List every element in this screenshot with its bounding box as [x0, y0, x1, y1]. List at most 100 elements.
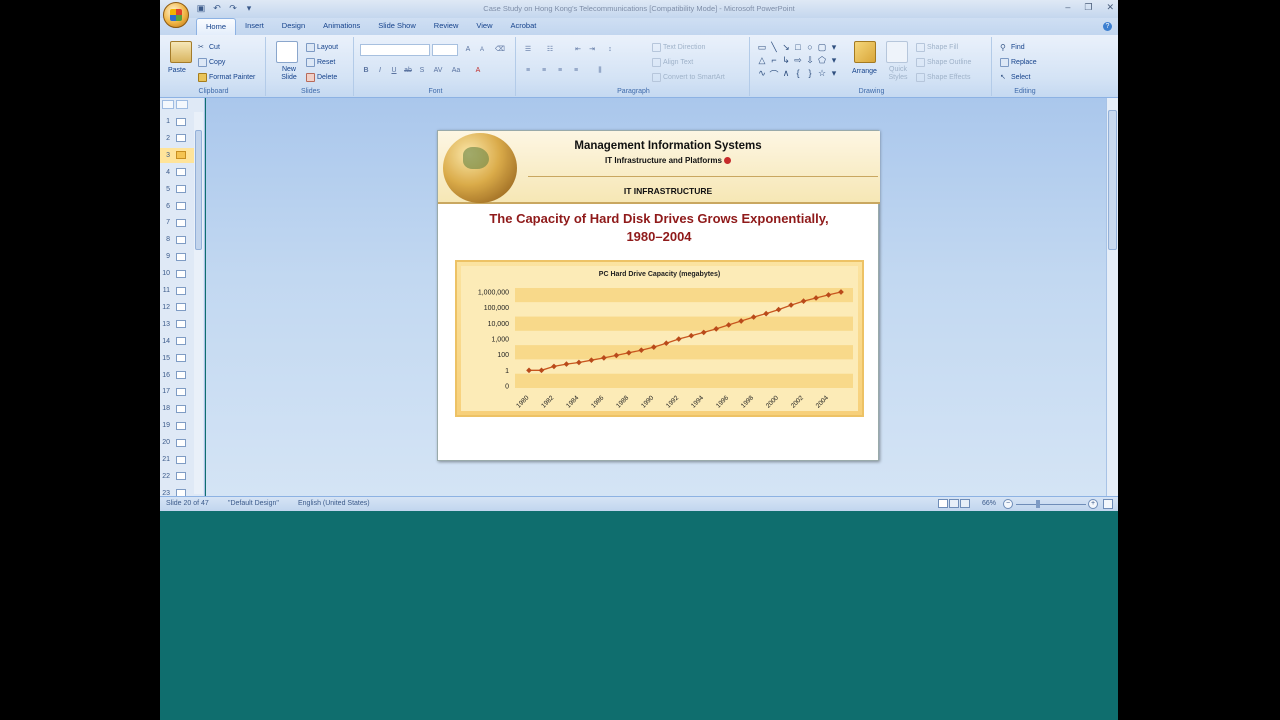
zoom-out-icon[interactable]: − [1003, 499, 1013, 509]
normal-view-icon[interactable] [938, 499, 948, 508]
increase-indent-icon[interactable]: ⇥ [586, 44, 598, 56]
right-arrow-shape-icon[interactable]: ⇨ [792, 55, 804, 68]
decrease-indent-icon[interactable]: ⇤ [572, 44, 584, 56]
slide-thumbnail[interactable]: 15 [160, 351, 194, 366]
layout-button[interactable]: Layout [306, 43, 338, 52]
format-painter-button[interactable]: Format Painter [198, 73, 255, 82]
right-brace-shape-icon[interactable]: } [804, 68, 816, 81]
rectangle-shape-icon[interactable]: □ [792, 42, 804, 55]
grow-font-icon[interactable]: A [462, 44, 474, 56]
font-color-icon[interactable]: A [472, 65, 484, 77]
tab-slide-show[interactable]: Slide Show [369, 18, 425, 35]
shape-outline-button[interactable]: Shape Outline [916, 58, 971, 67]
quick-styles-button[interactable]: Quick Styles [884, 66, 912, 82]
restore-icon[interactable]: ❐ [1084, 2, 1092, 13]
slide-thumbnail[interactable]: 3 [160, 147, 194, 163]
close-icon[interactable]: ✕ [1106, 2, 1114, 13]
expand-shapes-icon[interactable]: ▾ [828, 68, 840, 81]
save-icon[interactable]: ▣ [196, 3, 206, 13]
find-button[interactable]: ⚲ Find [1000, 43, 1025, 52]
align-center-icon[interactable]: ≡ [538, 65, 550, 77]
slide-thumbnail[interactable]: 13 [160, 317, 194, 332]
elbow-arrow-shape-icon[interactable]: ↳ [780, 55, 792, 68]
replace-button[interactable]: Replace [1000, 58, 1037, 67]
slide-thumbnail[interactable]: 1 [160, 114, 194, 129]
slide-thumbnail[interactable]: 14 [160, 334, 194, 349]
align-text-button[interactable]: Align Text [652, 58, 693, 67]
slide-thumbnail[interactable]: 20 [160, 435, 194, 450]
customize-qat-icon[interactable]: ▾ [244, 3, 254, 13]
strikethrough-icon[interactable]: ab [402, 65, 414, 77]
pentagon-shape-icon[interactable]: ⬠ [816, 55, 828, 68]
slide-thumbnail[interactable]: 5 [160, 182, 194, 197]
arrow-line-shape-icon[interactable]: ↘ [780, 42, 792, 55]
delete-button[interactable]: Delete [306, 73, 337, 82]
vertical-scrollbar[interactable] [1106, 98, 1118, 496]
line-shape-icon[interactable]: ╲ [768, 42, 780, 55]
paste-button[interactable]: Paste [168, 67, 186, 74]
align-left-icon[interactable]: ≡ [522, 65, 534, 77]
underline-icon[interactable]: U [388, 65, 400, 77]
slide-thumbnail[interactable]: 9 [160, 249, 194, 264]
outline-tab-icon[interactable] [176, 100, 188, 109]
textbox-shape-icon[interactable]: ▭ [756, 42, 768, 55]
align-right-icon[interactable]: ≡ [554, 65, 566, 77]
slide-thumbnail[interactable]: 16 [160, 368, 194, 383]
slide-sorter-icon[interactable] [949, 499, 959, 508]
tab-home[interactable]: Home [196, 18, 237, 35]
language-indicator[interactable]: English (United States) [298, 500, 370, 507]
chart-frame[interactable]: PC Hard Drive Capacity (megabytes) 1,000… [455, 260, 864, 417]
slides-tab-icon[interactable] [162, 100, 174, 109]
slide-thumbnail[interactable]: 22 [160, 469, 194, 484]
zoom-in-icon[interactable]: + [1088, 499, 1098, 509]
font-size-input[interactable] [432, 44, 458, 56]
shrink-font-icon[interactable]: A [476, 44, 488, 56]
italic-icon[interactable]: I [374, 65, 386, 77]
slide-title[interactable]: The Capacity of Hard Disk Drives Grows E… [448, 210, 870, 246]
slideshow-view-icon[interactable] [960, 499, 970, 508]
tab-review[interactable]: Review [425, 18, 468, 35]
line-spacing-icon[interactable]: ↕ [604, 44, 616, 56]
char-spacing-icon[interactable]: AV [432, 65, 444, 77]
slide-thumbnail[interactable]: 12 [160, 300, 194, 315]
triangle-shape-icon[interactable]: △ [756, 55, 768, 68]
cut-button[interactable]: ✂ Cut [198, 43, 220, 52]
slide-thumbnail[interactable]: 10 [160, 266, 194, 281]
fit-to-window-icon[interactable] [1103, 499, 1113, 509]
left-brace-shape-icon[interactable]: { [792, 68, 804, 81]
select-button[interactable]: ↖ Select [1000, 73, 1030, 82]
help-icon[interactable]: ? [1103, 22, 1112, 31]
slide-thumbnail[interactable]: 21 [160, 452, 194, 467]
freeform-shape-icon[interactable]: ∧ [780, 68, 792, 81]
justify-icon[interactable]: ≡ [570, 65, 582, 77]
clear-format-icon[interactable]: ⌫ [494, 44, 506, 56]
slide-thumbnail[interactable]: 7 [160, 215, 194, 230]
new-slide-button[interactable]: New Slide [276, 66, 302, 82]
office-button[interactable] [163, 2, 189, 28]
tab-insert[interactable]: Insert [236, 18, 273, 35]
change-case-icon[interactable]: Aa [450, 65, 462, 77]
rounded-rect-shape-icon[interactable]: ▢ [816, 42, 828, 55]
slide-thumbnail[interactable]: 23 [160, 486, 194, 496]
down-arrow-shape-icon[interactable]: ⇩ [804, 55, 816, 68]
theme-name[interactable]: "Default Design" [228, 500, 279, 507]
shadow-icon[interactable]: S [416, 65, 428, 77]
tab-design[interactable]: Design [273, 18, 314, 35]
slide-thumbnail[interactable]: 11 [160, 283, 194, 298]
zoom-slider-track[interactable] [1016, 504, 1086, 505]
more-shapes-icon[interactable]: ▾ [828, 42, 840, 55]
bold-icon[interactable]: B [360, 65, 372, 77]
undo-icon[interactable]: ↶ [212, 3, 222, 13]
zoom-level[interactable]: 66% [982, 500, 996, 507]
minimize-icon[interactable]: – [1065, 2, 1070, 13]
convert-smartart-button[interactable]: Convert to SmartArt [652, 73, 725, 82]
slide-thumbnail[interactable]: 2 [160, 131, 194, 146]
columns-icon[interactable]: ⫼ [594, 65, 606, 77]
shapes-gallery[interactable]: ▭ ╲ ↘ □ ○ ▢ ▾ △ ⌐ ↳ ⇨ ⇩ ⬠ ▾ ∿ ⌒ ∧{} ☆ ▾ [756, 42, 840, 82]
tab-acrobat[interactable]: Acrobat [502, 18, 546, 35]
numbering-icon[interactable]: ☷ [544, 44, 556, 56]
shape-fill-button[interactable]: Shape Fill [916, 43, 958, 52]
redo-icon[interactable]: ↷ [228, 3, 238, 13]
slides-panel-scroll-thumb[interactable] [195, 130, 202, 250]
elbow-shape-icon[interactable]: ⌐ [768, 55, 780, 68]
